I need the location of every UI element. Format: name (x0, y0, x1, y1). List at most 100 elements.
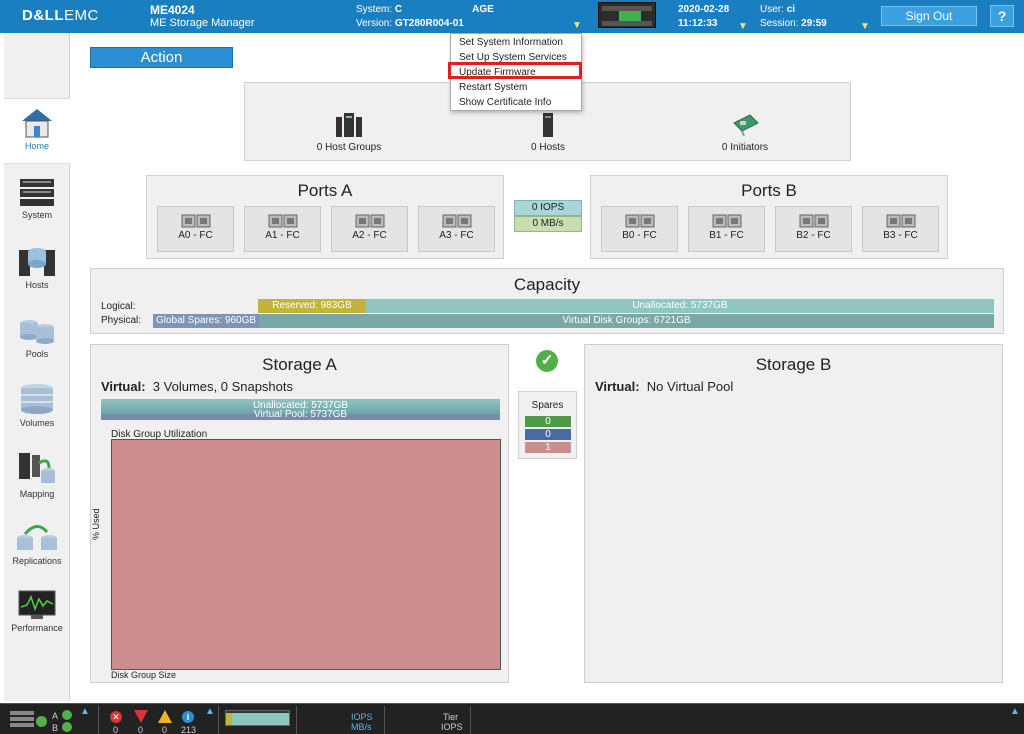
capacity-mini-bar[interactable] (225, 710, 290, 726)
version-value: GT280R004-01 (394, 18, 464, 29)
port-a2-label: A2 - FC (352, 230, 387, 241)
footer-expand-arrow-icon[interactable]: ▲ (80, 706, 90, 717)
health-ok-icon[interactable]: ✓ (536, 350, 558, 372)
action-button[interactable]: Action (90, 47, 233, 68)
global-spares-segment[interactable]: Global Spares: 960GB (153, 314, 259, 328)
events-expand-arrow-icon[interactable]: ▲ (205, 706, 215, 717)
storage-a-virtual-value[interactable]: 3 Volumes, 0 Snapshots (153, 379, 293, 394)
system-info[interactable]: System: C AGE Version: GT280R004-01 (356, 3, 494, 31)
enclosure-mini-icon[interactable] (10, 711, 34, 727)
replications-icon (17, 525, 57, 550)
disk-group-utilization-chart[interactable] (111, 439, 501, 670)
user-label: User: (760, 4, 784, 15)
help-button[interactable]: ? (990, 5, 1014, 27)
virtual-disk-groups-segment[interactable]: Virtual Disk Groups: 6721GB (259, 314, 994, 328)
error-count: 0 (113, 725, 119, 734)
storage-b-virtual-value: No Virtual Pool (646, 379, 734, 394)
port-a1[interactable]: A1 - FC (244, 206, 321, 252)
storage-a-virtual: Virtual: 3 Volumes, 0 Snapshots (101, 379, 293, 394)
enclosure-thumbnail[interactable] (598, 2, 656, 28)
fc-port-icon (712, 214, 741, 228)
menu-item-set-system-information[interactable]: Set System Information (459, 37, 563, 48)
port-a0[interactable]: A0 - FC (157, 206, 234, 252)
initiators-count[interactable]: 0 Initiators (675, 142, 815, 153)
system-value-2: AGE (472, 4, 494, 15)
user-info[interactable]: User: ci Session: 29:59 (760, 3, 827, 31)
ports-b-title: Ports B (741, 181, 797, 200)
mapping-icon (19, 453, 55, 483)
fc-port-icon (268, 214, 297, 228)
percent-used-label: % Used (91, 508, 101, 540)
controller-a-ok-icon[interactable] (62, 710, 72, 720)
sidebar-item-volumes[interactable]: Volumes (4, 374, 70, 440)
update-firmware-highlight-box (448, 62, 582, 79)
footer-mbs-label: MB/s (351, 722, 372, 732)
storage-a-title: Storage A (262, 355, 337, 374)
system-menu-arrow-icon[interactable]: ▼ (572, 20, 582, 31)
fc-port-icon (799, 214, 828, 228)
performance-icon (18, 590, 56, 619)
controller-b-ok-icon[interactable] (62, 722, 72, 732)
error-icon[interactable]: ✕ (110, 711, 122, 723)
sign-out-button[interactable]: Sign Out (881, 6, 977, 26)
version-label: Version: (356, 18, 393, 29)
port-b2[interactable]: B2 - FC (775, 206, 852, 252)
sidebar-label-mapping: Mapping (19, 489, 55, 499)
date-time[interactable]: 2020-02-28 11:12:33 (678, 3, 729, 31)
sidebar-item-home[interactable]: Home (4, 98, 70, 164)
port-b1[interactable]: B1 - FC (688, 206, 765, 252)
session-value: 29:59 (801, 18, 827, 29)
hosts-count[interactable]: 0 Hosts (478, 142, 618, 153)
footer-tier-label: Tier (443, 712, 459, 722)
port-b0[interactable]: B0 - FC (601, 206, 678, 252)
system-ok-icon (36, 716, 47, 727)
critical-icon[interactable] (134, 710, 148, 723)
sidebar-item-pools[interactable]: Pools (4, 305, 70, 371)
logical-label: Logical: (101, 301, 136, 312)
sidebar-item-replications[interactable]: Replications (4, 512, 70, 578)
port-b3[interactable]: B3 - FC (862, 206, 939, 252)
fc-port-icon (442, 214, 471, 228)
sidebar-item-performance[interactable]: Performance (4, 581, 70, 647)
system-label: System: (356, 4, 393, 15)
ports-a-title: Ports A (297, 181, 353, 200)
footer-right-arrow-icon[interactable]: ▲ (1010, 706, 1020, 717)
menu-item-restart-system[interactable]: Restart System (459, 82, 527, 93)
spares-panel[interactable]: Spares 0 0 1 (518, 391, 577, 459)
user-value: ci (786, 4, 796, 15)
menu-item-show-certificate-info[interactable]: Show Certificate Info (459, 97, 551, 108)
sidebar-item-mapping[interactable]: Mapping (4, 443, 70, 509)
host-groups-count[interactable]: 0 Host Groups (279, 142, 419, 153)
footer-iops-label: IOPS (351, 712, 373, 722)
sidebar-label-home: Home (24, 141, 49, 151)
sidebar-label-system: System (21, 210, 52, 220)
fc-port-icon (181, 214, 210, 228)
footer-tier-iops-label: IOPS (441, 722, 463, 732)
sidebar-item-system[interactable]: System (4, 168, 70, 234)
iops-readout: 0 IOPS (514, 200, 582, 216)
sidebar-item-hosts[interactable]: Hosts (4, 236, 70, 302)
controller-a-label: A (52, 711, 59, 721)
port-a2[interactable]: A2 - FC (331, 206, 408, 252)
sidebar-label-volumes: Volumes (19, 418, 55, 428)
info-icon[interactable]: i (182, 711, 194, 723)
virtual-pool-bar[interactable]: Unallocated: 5737GB Virtual Pool: 5737GB (101, 399, 500, 420)
footer-status-bar: A B ▲ ✕ 0 0 0 i 213 ▲ IOPS MB/s Tier IOP… (0, 703, 1024, 734)
datetime-arrow-icon[interactable]: ▼ (738, 21, 748, 32)
port-a3[interactable]: A3 - FC (418, 206, 495, 252)
fc-port-icon (355, 214, 384, 228)
product-name: ME Storage Manager (150, 17, 255, 29)
home-icon (22, 109, 52, 138)
pools-icon (20, 320, 54, 344)
logical-unallocated-segment[interactable]: Unallocated: 5737GB (366, 299, 994, 313)
spares-title: Spares (531, 400, 564, 411)
header-bar: D&LLEMC ME4024 ME Storage Manager System… (0, 0, 1024, 33)
user-arrow-icon[interactable]: ▼ (860, 21, 870, 32)
warning-icon[interactable] (158, 710, 172, 723)
ports-b-panel: Ports B B0 - FC B1 - FC B2 - FC B3 - FC (590, 175, 948, 259)
session-label: Session: (760, 18, 799, 29)
product-info: ME4024 ME Storage Manager (150, 4, 255, 30)
pool-virtual: Virtual Pool: 5737GB (253, 409, 348, 420)
port-b0-label: B0 - FC (622, 230, 657, 241)
reserved-segment[interactable]: Reserved: 983GB (258, 299, 366, 313)
